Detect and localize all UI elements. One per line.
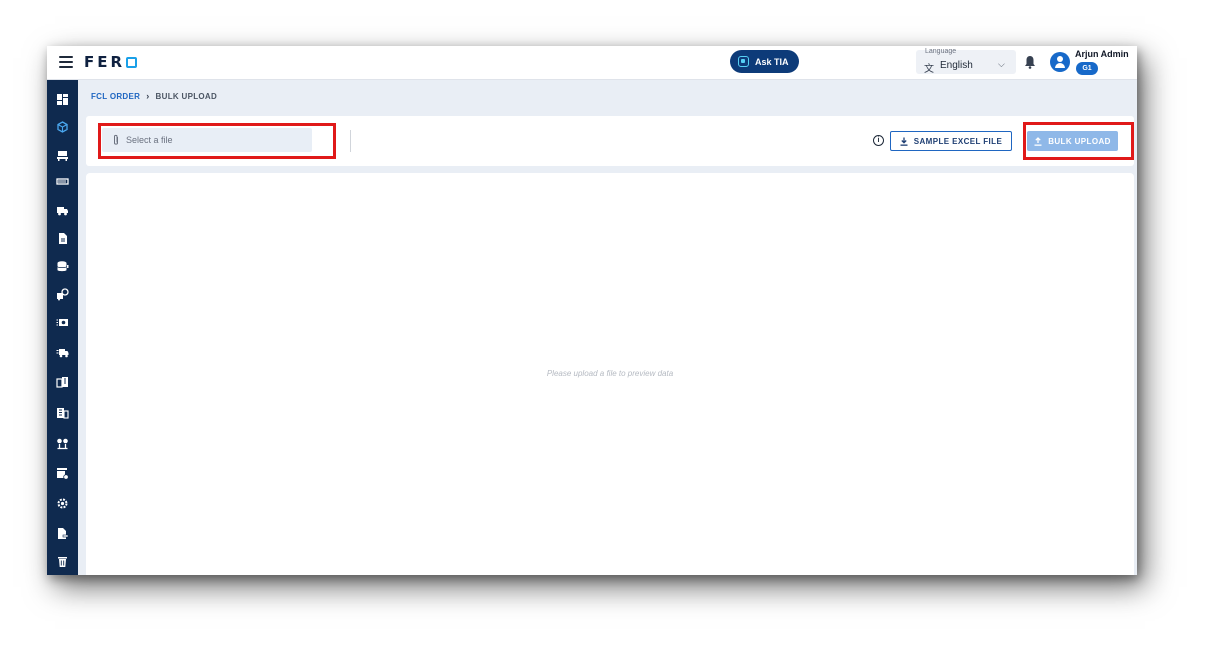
sample-excel-file-label: SAMPLE EXCEL FILE bbox=[913, 136, 1003, 146]
warehouse-icon[interactable] bbox=[56, 376, 69, 389]
document-icon[interactable] bbox=[56, 232, 69, 245]
ai-assistant-icon bbox=[738, 56, 749, 67]
toolbar-divider bbox=[350, 130, 351, 152]
logo: FER bbox=[84, 53, 138, 71]
breadcrumb-link-fcl-order[interactable]: FCL ORDER bbox=[91, 92, 140, 101]
upload-toolbar: i SAMPLE EXCEL FILE BULK UPLOAD bbox=[86, 116, 1134, 166]
app-window: FER Ask TIA Language 文 English ⌵ Arjun A… bbox=[47, 46, 1137, 575]
user-badge: G1 bbox=[1076, 62, 1098, 75]
main-content: FCL ORDER › BULK UPLOAD i SAMPLE EXCEL F… bbox=[78, 80, 1137, 575]
chevron-right-icon: › bbox=[146, 91, 150, 101]
dashboard-icon[interactable] bbox=[56, 93, 69, 106]
breadcrumb: FCL ORDER › BULK UPLOAD bbox=[91, 91, 217, 101]
delete-icon[interactable] bbox=[56, 555, 69, 568]
sidebar bbox=[47, 80, 78, 575]
ask-tia-button[interactable]: Ask TIA bbox=[730, 50, 799, 73]
top-bar: FER Ask TIA Language 文 English ⌵ Arjun A… bbox=[47, 46, 1137, 80]
breadcrumb-current: BULK UPLOAD bbox=[155, 91, 218, 101]
logo-mark-icon bbox=[126, 56, 138, 68]
preview-panel: Please upload a file to preview data bbox=[86, 173, 1134, 575]
menu-icon[interactable] bbox=[59, 56, 73, 68]
desk-icon[interactable] bbox=[56, 149, 69, 162]
user-name: Arjun Admin bbox=[1075, 49, 1129, 59]
cash-icon[interactable] bbox=[56, 316, 69, 329]
report-icon[interactable] bbox=[56, 527, 69, 540]
logo-text: FER bbox=[84, 53, 126, 71]
info-icon[interactable]: i bbox=[873, 135, 884, 146]
translate-icon: 文 bbox=[924, 64, 934, 75]
delivery-icon[interactable] bbox=[56, 346, 69, 359]
route-icon[interactable] bbox=[56, 288, 69, 301]
truck-icon[interactable] bbox=[56, 204, 69, 217]
orders-icon[interactable] bbox=[56, 121, 69, 134]
chevron-down-icon: ⌵ bbox=[998, 59, 1005, 69]
highlight-box-file bbox=[98, 123, 336, 159]
highlight-box-bulk-upload bbox=[1023, 122, 1134, 160]
inventory-icon[interactable] bbox=[56, 467, 69, 480]
language-select[interactable]: Language 文 English ⌵ bbox=[916, 48, 1016, 75]
location-icon[interactable] bbox=[56, 437, 69, 450]
settings-icon[interactable] bbox=[56, 497, 69, 510]
download-icon bbox=[900, 137, 908, 146]
language-value: English bbox=[940, 60, 973, 71]
bell-icon[interactable] bbox=[1024, 55, 1036, 69]
preview-empty-message: Please upload a file to preview data bbox=[546, 369, 674, 378]
database-icon[interactable] bbox=[56, 260, 69, 273]
sample-excel-file-button[interactable]: SAMPLE EXCEL FILE bbox=[890, 131, 1012, 151]
language-label: Language bbox=[925, 48, 957, 55]
building-icon[interactable] bbox=[56, 406, 69, 419]
rail-icon[interactable] bbox=[56, 176, 69, 189]
ask-tia-label: Ask TIA bbox=[755, 56, 789, 67]
avatar[interactable] bbox=[1050, 52, 1070, 72]
